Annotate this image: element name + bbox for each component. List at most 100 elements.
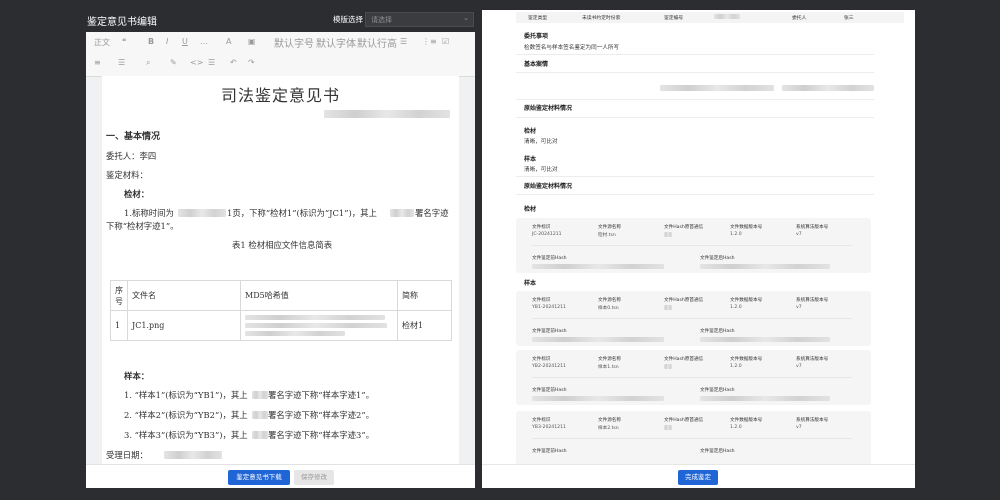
bold-button[interactable]: B <box>148 37 154 46</box>
redacted-hash <box>532 264 664 269</box>
card-key: 文件数据版本号 <box>730 298 763 303</box>
divider <box>516 194 874 195</box>
bullet-list-icon[interactable]: ☰ <box>400 37 407 46</box>
card-value: YB2-20241211 <box>532 364 566 369</box>
receive-date-label: 受理日期： <box>106 450 148 460</box>
card-key: 文件Hash原首通信 <box>664 357 704 362</box>
save-changes-button[interactable]: 保存修改 <box>294 470 334 485</box>
complete-appraisal-button[interactable]: 完成鉴定 <box>678 470 718 485</box>
jiancai-title: 检材 <box>524 128 537 135</box>
redo-icon[interactable]: ↷ <box>248 58 255 67</box>
para1-continued: 下称“检材字迹1”。 <box>106 221 179 231</box>
divider <box>532 245 852 246</box>
card-key: 系统算法版本号 <box>796 418 829 423</box>
jiancai-section-title: 检材 <box>524 206 537 213</box>
para1-end: 署名字迹 <box>415 208 449 218</box>
materials-line: 鉴定材料： <box>106 170 148 180</box>
card-key: 文件数据版本号 <box>730 225 763 230</box>
align-icon[interactable]: ≡ <box>94 58 101 67</box>
card-key: 文件鉴定后Hash <box>700 329 735 334</box>
redacted-date <box>178 209 226 217</box>
numbered-list-icon[interactable]: ⋮≡ <box>422 37 437 46</box>
card-value: v7 <box>796 232 802 237</box>
card-key: 文件源名称 <box>598 418 621 423</box>
underline-button[interactable]: U <box>182 37 188 46</box>
redacted-name <box>252 411 268 419</box>
font-family-select[interactable]: 默认字体 <box>316 35 356 50</box>
emotion-icon[interactable]: ⌕ <box>146 58 150 68</box>
redacted-hash <box>532 337 664 342</box>
divider <box>516 176 874 177</box>
font-size-select[interactable]: 默认字号 <box>274 35 314 50</box>
sample-line-1-end: 署名字迹下称“样本字迹1”。 <box>268 390 375 400</box>
more-style-button[interactable]: … <box>200 37 208 46</box>
code-icon[interactable]: <> <box>190 58 203 67</box>
undo-icon[interactable]: ↶ <box>230 58 237 67</box>
card-value: 1.2.0 <box>730 232 742 237</box>
editor-footer: 鉴定意见书下载 保存修改 <box>86 464 475 488</box>
redacted-date <box>164 451 222 459</box>
download-report-button[interactable]: 鉴定意见书下载 <box>228 470 290 485</box>
background-color-icon[interactable]: ▣ <box>248 37 256 46</box>
card-value: 检材.tsn <box>598 233 616 238</box>
orig-materials-title-2: 原始鉴定材料情况 <box>524 183 573 190</box>
card-value: 1.2.0 <box>730 305 742 310</box>
table-header-cell: 序号 <box>110 280 128 311</box>
card-key: 文件鉴定后Hash <box>700 388 735 393</box>
orig-materials-title: 原始鉴定材料情况 <box>524 105 573 112</box>
table-cell-hash <box>240 310 398 341</box>
toolbar-paragraph-style[interactable]: 正文 <box>94 37 110 48</box>
editor-panel: 鉴定意见书编辑 模版选择 请选择 ⌄ 正文 ❝ B I U … A ▣ 默认字号… <box>86 10 475 488</box>
client-line: 委托人：李四 <box>106 151 157 161</box>
todo-list-icon[interactable]: ☑ <box>442 37 449 46</box>
card-key: 文件标识 <box>532 418 551 423</box>
card-value: 样本1.tsn <box>598 365 619 370</box>
yangben-section-title: 样本 <box>524 280 537 287</box>
card-key: 文件Hash原首通信 <box>664 418 704 423</box>
file-card: 文件标识 文件源名称 文件Hash原首通信 文件数据版本号 系统算法版本号 YB… <box>516 411 871 466</box>
document-page[interactable]: 司法鉴定意见书 一、基本情况 委托人：李四 鉴定材料： 检材： 1.标称时间为 … <box>102 76 459 464</box>
redacted-hash <box>700 337 830 342</box>
card-key: 文件标识 <box>532 357 551 362</box>
card-key: 文件源名称 <box>598 298 621 303</box>
divider-icon[interactable]: ☰ <box>208 58 215 67</box>
redacted-name <box>390 209 414 217</box>
divider <box>516 72 874 73</box>
yangben-text: 清晰，可比对 <box>524 167 558 173</box>
sample-line-2-start: 2. “样本2”(标识为“YB2”)，其上 <box>124 410 248 420</box>
table-cell: JC1.png <box>127 310 241 341</box>
jiancai-text: 清晰，可比对 <box>524 139 558 145</box>
card-key: 系统算法版本号 <box>796 225 829 230</box>
editor-header: 鉴定意见书编辑 模版选择 请选择 ⌄ <box>86 10 475 32</box>
para1-middle: 1页，下称“检材1”(标识为“JC1”)，其上 <box>227 208 377 218</box>
redacted-hash-line <box>245 331 345 336</box>
italic-button[interactable]: I <box>166 37 168 46</box>
card-key: 文件鉴定前Hash <box>532 256 567 261</box>
template-select[interactable]: 请选择 ⌄ <box>365 12 474 27</box>
link-icon[interactable]: ✎ <box>170 58 177 67</box>
card-value: 样本0.tsn <box>598 306 619 311</box>
quote-icon[interactable]: ❝ <box>122 37 126 46</box>
line-height-select[interactable]: 默认行高 <box>357 35 397 50</box>
font-color-button[interactable]: A <box>226 37 231 46</box>
template-select-label: 模版选择 <box>333 15 363 24</box>
indent-icon[interactable]: ☰ <box>118 58 125 67</box>
sample-line-3-start: 3. “样本3”(标识为“YB3”)，其上 <box>124 430 248 440</box>
redacted-value <box>664 305 672 310</box>
redacted-value <box>714 14 740 19</box>
redacted-number <box>324 110 450 118</box>
redacted-hash <box>532 396 664 401</box>
card-key: 文件数据版本号 <box>730 418 763 423</box>
card-value: v7 <box>796 425 802 430</box>
yangben-heading: 样本： <box>124 371 150 381</box>
document-title: 司法鉴定意见书 <box>220 86 340 105</box>
info-key: 鉴定类型 <box>528 16 548 21</box>
divider <box>516 99 874 100</box>
appraisal-detail-panel: 鉴定类型 未读书约定时份索 鉴定编号 委托人 张三 委托事项 检数签名与样本签名… <box>482 10 915 488</box>
card-key: 文件鉴定前Hash <box>532 449 567 454</box>
redacted-hash <box>700 264 830 269</box>
card-value: 1.2.0 <box>730 425 742 430</box>
redacted-name <box>252 431 268 439</box>
table-row: 1 JC1.png 检材1 <box>110 310 452 341</box>
sample-line-3-end: 署名字迹下称“样本字迹3”。 <box>268 430 375 440</box>
